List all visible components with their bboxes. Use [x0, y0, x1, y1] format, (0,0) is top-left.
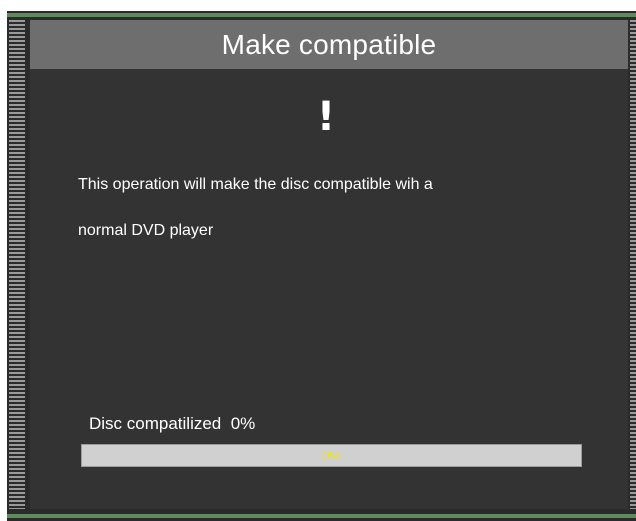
- bottom-accent-line: [7, 514, 636, 518]
- top-accent-line: [7, 13, 636, 17]
- progress-percent-text: 0%: [322, 448, 341, 463]
- dialog-title: Make compatible: [30, 20, 628, 69]
- progress-label: Disc compatilized 0%: [89, 414, 256, 433]
- film-strip-left: [7, 20, 26, 509]
- message-line-2: normal DVD player: [78, 222, 214, 239]
- progress-bar: 0%: [81, 444, 582, 467]
- film-strip-right: [630, 20, 636, 509]
- message-line-1: This operation will make the disc compat…: [78, 176, 433, 193]
- exclamation-icon: !: [316, 94, 336, 140]
- screen: Make compatible ! This operation will ma…: [0, 0, 636, 521]
